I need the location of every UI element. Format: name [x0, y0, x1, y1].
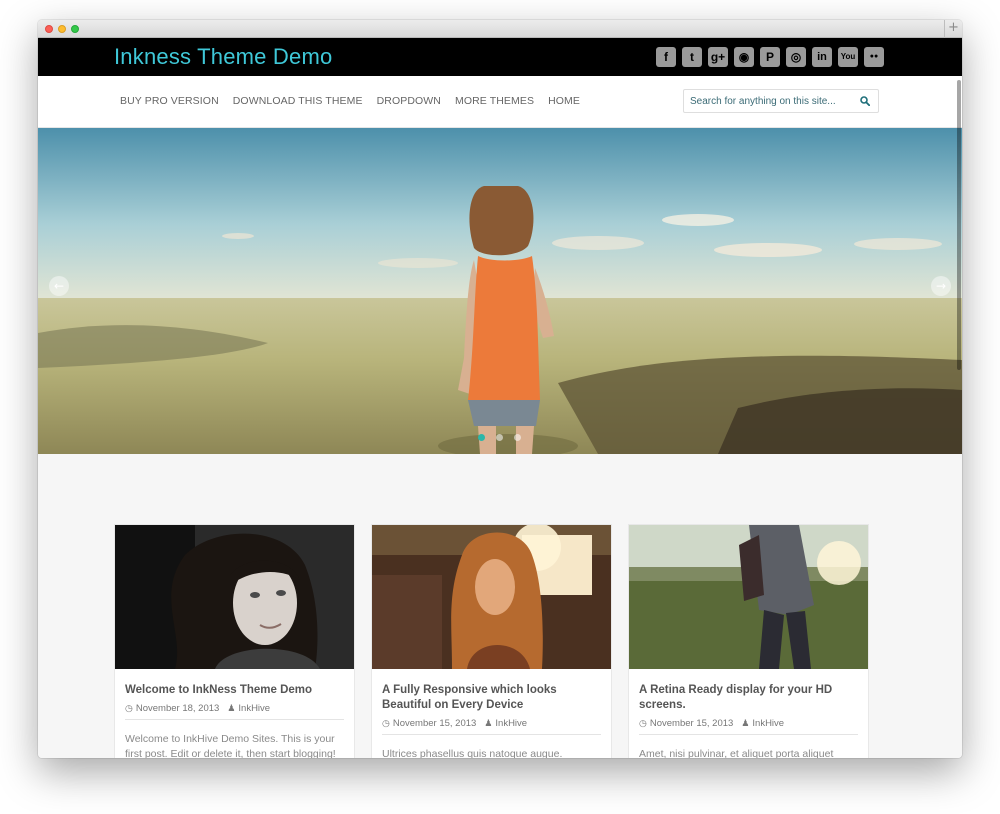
post-excerpt: Ultrices phasellus quis natoque augue.	[382, 748, 563, 758]
post-date: November 18, 2013	[135, 703, 220, 714]
post-title[interactable]: Welcome to InkNess Theme Demo	[125, 683, 344, 698]
slider-pagination	[478, 434, 521, 441]
hero-slider: ← →	[38, 128, 962, 454]
nav-item-buy-pro[interactable]: BUY PRO VERSION	[120, 95, 219, 107]
slider-dot[interactable]	[514, 434, 521, 441]
close-window-button[interactable]	[45, 25, 53, 33]
user-icon: ♟	[484, 718, 493, 728]
post-title[interactable]: A Fully Responsive which looks Beautiful…	[382, 683, 601, 713]
clock-icon: ◷	[382, 718, 390, 728]
clock-icon: ◷	[125, 703, 133, 713]
user-icon: ♟	[227, 703, 236, 713]
post-card: Welcome to InkNess Theme Demo ◷ November …	[114, 524, 355, 758]
main-navigation: BUY PRO VERSION DOWNLOAD THIS THEME DROP…	[38, 76, 962, 128]
twitter-icon[interactable]: t	[682, 47, 702, 67]
post-date: November 15, 2013	[392, 718, 477, 729]
slider-next-arrow-icon[interactable]: →	[931, 276, 951, 296]
nav-item-more-themes[interactable]: MORE THEMES	[455, 95, 534, 107]
post-thumbnail[interactable]	[115, 525, 354, 669]
google-plus-icon[interactable]: g+	[708, 47, 728, 67]
flickr-icon[interactable]: ●●	[864, 47, 884, 67]
post-meta: ◷ November 15, 2013 ♟ InkHive	[382, 718, 601, 735]
window-titlebar: +	[38, 20, 962, 38]
post-card: A Fully Responsive which looks Beautiful…	[371, 524, 612, 758]
site-header: Inkness Theme Demo f t g+ ◉ P ◎ in You ●…	[38, 38, 962, 76]
search-icon[interactable]	[860, 96, 870, 106]
new-tab-plus-icon[interactable]: +	[944, 20, 962, 38]
nav-menu: BUY PRO VERSION DOWNLOAD THIS THEME DROP…	[120, 95, 580, 107]
rss-icon[interactable]: ◉	[734, 47, 754, 67]
post-excerpt: Welcome to InkHive Demo Sites. This is y…	[125, 733, 336, 758]
post-title[interactable]: A Retina Ready display for your HD scree…	[639, 683, 858, 713]
post-card: A Retina Ready display for your HD scree…	[628, 524, 869, 758]
post-thumbnail[interactable]	[629, 525, 868, 669]
pinterest-icon[interactable]: P	[760, 47, 780, 67]
minimize-window-button[interactable]	[58, 25, 66, 33]
post-date: November 15, 2013	[649, 718, 734, 729]
slider-dot[interactable]	[478, 434, 485, 441]
site-title[interactable]: Inkness Theme Demo	[114, 44, 332, 70]
nav-item-download-theme[interactable]: DOWNLOAD THIS THEME	[233, 95, 363, 107]
post-thumbnail[interactable]	[372, 525, 611, 669]
social-icons: f t g+ ◉ P ◎ in You ●●	[656, 47, 884, 67]
youtube-icon[interactable]: You	[838, 47, 858, 67]
search-box	[683, 89, 879, 113]
post-author[interactable]: InkHive	[238, 703, 270, 714]
post-meta: ◷ November 15, 2013 ♟ InkHive	[639, 718, 858, 735]
hero-slide-image	[38, 128, 962, 454]
linkedin-icon[interactable]: in	[812, 47, 832, 67]
instagram-icon[interactable]: ◎	[786, 47, 806, 67]
zoom-window-button[interactable]	[71, 25, 79, 33]
post-grid: Welcome to InkNess Theme Demo ◷ November …	[38, 454, 962, 758]
post-author[interactable]: InkHive	[752, 718, 784, 729]
user-icon: ♟	[741, 718, 750, 728]
post-meta: ◷ November 18, 2013 ♟ InkHive	[125, 703, 344, 720]
post-excerpt: Amet, nisi pulvinar, et aliquet porta al…	[639, 748, 834, 758]
slider-dot[interactable]	[496, 434, 503, 441]
scrollbar-thumb[interactable]	[957, 80, 961, 370]
slider-prev-arrow-icon[interactable]: ←	[49, 276, 69, 296]
nav-item-dropdown[interactable]: DROPDOWN	[377, 95, 441, 107]
browser-window: + Inkness Theme Demo f t g+ ◉ P ◎ in You…	[38, 20, 962, 758]
search-input[interactable]	[690, 94, 850, 108]
page-scrollbar[interactable]	[956, 76, 962, 376]
post-author[interactable]: InkHive	[495, 718, 527, 729]
nav-item-home[interactable]: HOME	[548, 95, 580, 107]
clock-icon: ◷	[639, 718, 647, 728]
facebook-icon[interactable]: f	[656, 47, 676, 67]
